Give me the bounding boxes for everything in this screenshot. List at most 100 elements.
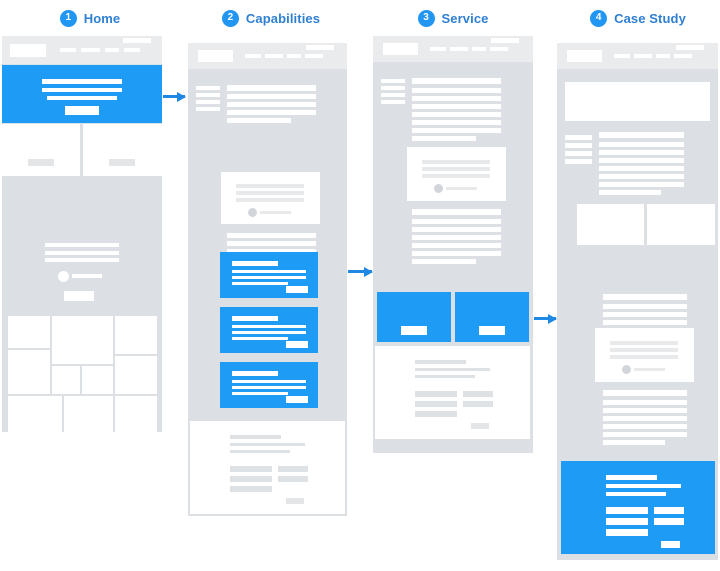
body-text-line bbox=[603, 416, 687, 421]
hero-banner[interactable] bbox=[565, 82, 710, 121]
sidebar-nav-item[interactable] bbox=[565, 151, 592, 156]
footer-link[interactable] bbox=[278, 466, 308, 472]
gallery-tile[interactable] bbox=[115, 316, 157, 354]
footer-link[interactable] bbox=[415, 391, 457, 397]
footer-form[interactable] bbox=[190, 421, 345, 514]
quote-card[interactable] bbox=[221, 172, 320, 224]
footer-text-line bbox=[606, 492, 666, 496]
footer-link[interactable] bbox=[415, 411, 457, 417]
nav-item[interactable] bbox=[305, 54, 323, 58]
nav-utility-item[interactable] bbox=[491, 38, 519, 43]
capability-card[interactable] bbox=[220, 307, 318, 353]
nav-item[interactable] bbox=[450, 47, 468, 51]
sidebar-nav-item[interactable] bbox=[565, 135, 592, 140]
nav-utility-item[interactable] bbox=[676, 45, 704, 50]
card-cta-button[interactable] bbox=[286, 286, 308, 293]
quote-line bbox=[236, 184, 304, 188]
nav-item[interactable] bbox=[245, 54, 261, 58]
sidebar-nav-item[interactable] bbox=[196, 86, 220, 90]
card-cta-button[interactable] bbox=[286, 341, 308, 348]
gallery-tile[interactable] bbox=[52, 366, 80, 394]
nav-item[interactable] bbox=[674, 54, 692, 58]
footer-link[interactable] bbox=[606, 529, 648, 536]
footer-link[interactable] bbox=[415, 401, 457, 407]
body-text-line bbox=[412, 88, 501, 93]
nav-item[interactable] bbox=[430, 47, 446, 51]
case-study-tile[interactable] bbox=[647, 204, 715, 245]
feature-card-button[interactable] bbox=[109, 159, 135, 166]
nav-item[interactable] bbox=[124, 48, 140, 52]
footer-submit-button[interactable] bbox=[471, 423, 489, 429]
sidebar-nav-item[interactable] bbox=[196, 100, 220, 104]
footer-link[interactable] bbox=[606, 507, 648, 514]
sidebar-nav-item[interactable] bbox=[381, 79, 405, 83]
footer-link[interactable] bbox=[654, 518, 684, 525]
footer-link[interactable] bbox=[230, 466, 272, 472]
nav-item[interactable] bbox=[614, 54, 630, 58]
case-study-tile[interactable] bbox=[577, 204, 644, 245]
footer-link[interactable] bbox=[654, 507, 684, 514]
nav-item[interactable] bbox=[265, 54, 283, 58]
logo-placeholder bbox=[567, 50, 602, 62]
wireframe-column-capabilities[interactable] bbox=[188, 43, 347, 516]
footer-form[interactable] bbox=[561, 461, 715, 554]
sidebar-nav-item[interactable] bbox=[565, 143, 592, 148]
gallery-tile[interactable] bbox=[8, 396, 62, 439]
nav-utility-item[interactable] bbox=[123, 38, 151, 43]
footer-form[interactable] bbox=[375, 346, 530, 439]
service-panel-button[interactable] bbox=[401, 326, 427, 335]
footer-link[interactable] bbox=[463, 401, 493, 407]
sidebar-nav-item[interactable] bbox=[381, 93, 405, 97]
wireframe-column-home[interactable] bbox=[2, 36, 162, 439]
quote-card[interactable] bbox=[595, 328, 694, 382]
nav-item[interactable] bbox=[472, 47, 486, 51]
gallery-tile[interactable] bbox=[8, 350, 50, 394]
gallery-tile[interactable] bbox=[82, 366, 113, 394]
capability-card[interactable] bbox=[220, 362, 318, 408]
feature-card[interactable] bbox=[2, 124, 80, 176]
hero-banner[interactable] bbox=[2, 65, 162, 123]
sidebar-nav-item[interactable] bbox=[196, 107, 220, 111]
nav-item[interactable] bbox=[105, 48, 119, 52]
footer-link[interactable] bbox=[278, 476, 308, 482]
gallery-tile[interactable] bbox=[115, 356, 157, 394]
service-panel-button[interactable] bbox=[479, 326, 505, 335]
hero-cta-button[interactable] bbox=[65, 106, 99, 115]
footer-link[interactable] bbox=[230, 486, 272, 492]
footer-link[interactable] bbox=[463, 391, 493, 397]
footer-link[interactable] bbox=[606, 518, 648, 525]
service-panel[interactable] bbox=[377, 292, 451, 342]
nav-item[interactable] bbox=[81, 48, 100, 52]
footer-submit-button[interactable] bbox=[661, 541, 680, 548]
footer-submit-button[interactable] bbox=[286, 498, 304, 504]
nav-item[interactable] bbox=[656, 54, 670, 58]
body-text-line bbox=[603, 320, 687, 325]
sidebar-nav-item[interactable] bbox=[381, 86, 405, 90]
wireframe-column-case-study[interactable] bbox=[557, 43, 718, 560]
intro-cta-button[interactable] bbox=[64, 291, 94, 301]
nav-item[interactable] bbox=[287, 54, 301, 58]
nav-item[interactable] bbox=[490, 47, 508, 51]
nav-utility-item[interactable] bbox=[306, 45, 334, 50]
feature-card[interactable] bbox=[83, 124, 162, 176]
sidebar-nav-item[interactable] bbox=[565, 159, 592, 164]
gallery-tile[interactable] bbox=[8, 316, 50, 348]
footer-link[interactable] bbox=[230, 476, 272, 482]
gallery-tile[interactable] bbox=[115, 396, 157, 439]
body-text-line bbox=[603, 408, 687, 413]
service-panel[interactable] bbox=[455, 292, 529, 342]
feature-card-button[interactable] bbox=[28, 159, 54, 166]
footer-heading-line bbox=[230, 435, 281, 439]
nav-item[interactable] bbox=[60, 48, 76, 52]
nav-item[interactable] bbox=[634, 54, 652, 58]
sidebar-nav-item[interactable] bbox=[196, 93, 220, 97]
sidebar-nav-item[interactable] bbox=[381, 100, 405, 104]
card-cta-button[interactable] bbox=[286, 396, 308, 403]
gallery-tile[interactable] bbox=[64, 396, 113, 439]
gallery-tile[interactable] bbox=[52, 316, 113, 364]
footer-text-line bbox=[415, 368, 490, 371]
wireframe-column-service[interactable] bbox=[373, 36, 533, 453]
quote-card[interactable] bbox=[407, 147, 506, 201]
arrow-service-to-case-study bbox=[534, 313, 557, 324]
capability-card[interactable] bbox=[220, 252, 318, 298]
